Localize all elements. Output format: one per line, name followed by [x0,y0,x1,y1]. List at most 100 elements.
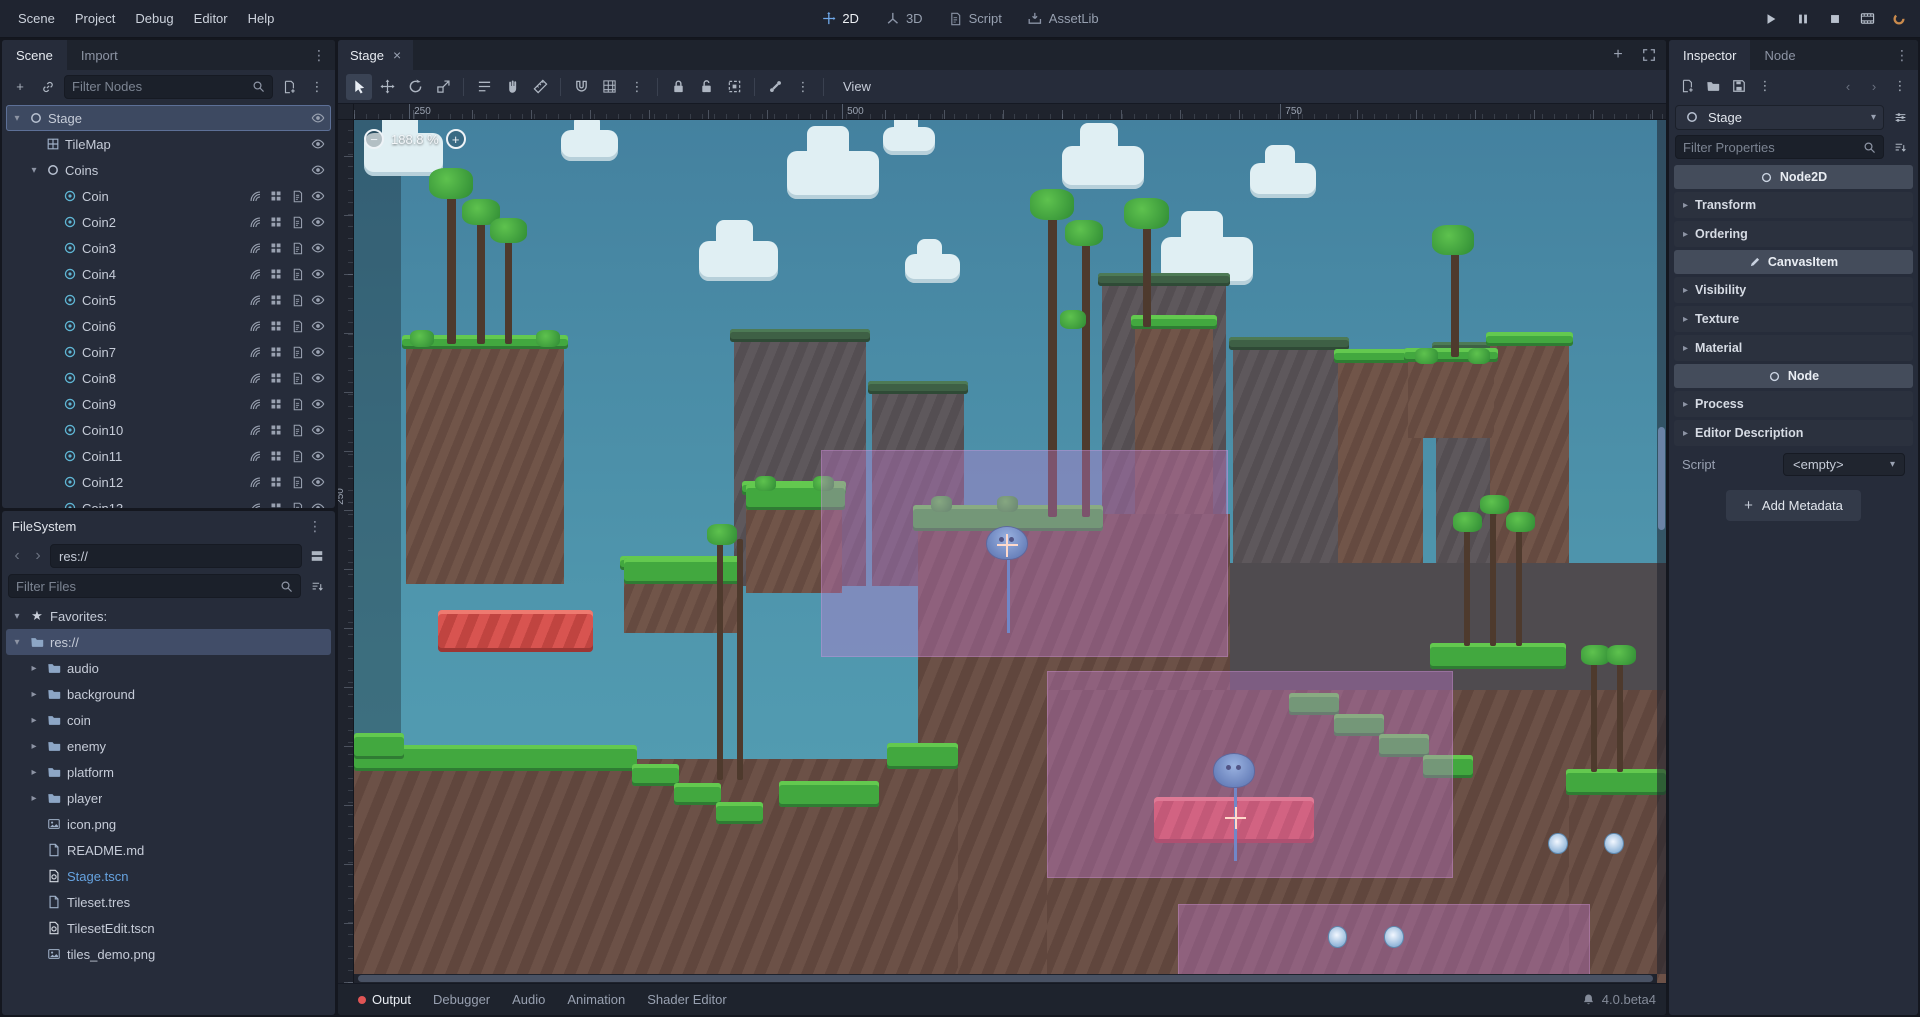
file-tree-row[interactable]: ▸ audio [6,655,331,681]
groups-icon[interactable] [267,473,285,491]
trunk[interactable] [477,215,484,344]
trunk[interactable] [737,539,743,781]
file-tree-row[interactable]: README.md [6,837,331,863]
play-button[interactable] [1758,7,1784,31]
leaf[interactable] [1415,348,1437,364]
workspace-tab[interactable]: Script [939,6,1012,31]
trunk[interactable] [1143,215,1152,327]
leaf[interactable] [1030,189,1075,220]
scene-tree-row[interactable]: TileMap [6,131,331,157]
signals-icon[interactable] [246,291,264,309]
expander-icon[interactable]: ▾ [10,637,24,648]
signals-icon[interactable] [246,447,264,465]
leaf[interactable] [1453,512,1482,532]
script-icon[interactable] [288,291,306,309]
leaf[interactable] [1506,512,1535,532]
redplat[interactable] [438,610,593,651]
script-icon[interactable] [288,265,306,283]
grass[interactable] [674,783,721,805]
coindot[interactable] [1384,926,1404,948]
scene-tree-row[interactable]: Coin9 [6,391,331,417]
visibility-eye-icon[interactable] [309,421,327,439]
scene-tree-row[interactable]: Coin10 [6,417,331,443]
move-tool-button[interactable] [374,74,400,100]
groups-icon[interactable] [267,343,285,361]
horizontal-scrollbar-thumb[interactable] [358,975,1653,982]
bottom-panel-tab[interactable]: Audio [502,987,555,1012]
file-tree-row[interactable]: ▸ coin [6,707,331,733]
cloud[interactable] [1062,146,1143,189]
file-tree-row[interactable]: ▸ player [6,785,331,811]
signals-icon[interactable] [246,421,264,439]
script-icon[interactable] [288,395,306,413]
visibility-eye-icon[interactable] [309,239,327,257]
load-resource-icon-button[interactable] [1701,74,1725,98]
leaf[interactable] [755,476,776,492]
movie-maker-button[interactable] [1854,7,1880,31]
zoom-percentage[interactable]: 188.8 % [391,132,439,147]
grass[interactable] [779,781,879,807]
node-tools-icon-button[interactable] [1888,105,1912,129]
groups-icon[interactable] [267,447,285,465]
unlock-node-icon-button[interactable] [693,74,719,100]
current-path-input[interactable]: res:// [50,544,302,568]
scene-tree-row[interactable]: Coin2 [6,209,331,235]
open-scene[interactable]: Stage.tscn [6,863,331,889]
new-resource-icon-button[interactable] [1675,74,1699,98]
grass[interactable] [354,733,404,759]
visibility-eye-icon[interactable] [309,161,327,179]
file-tree-row[interactable]: ▸ enemy [6,733,331,759]
signals-icon[interactable] [246,343,264,361]
dock-tab[interactable]: Node [1750,40,1809,70]
leaf[interactable] [1607,645,1636,665]
skeleton-options-menu-icon[interactable]: ⋮ [790,74,816,100]
script-icon[interactable] [288,239,306,257]
file-tree-row[interactable]: Tileset.tres [6,889,331,915]
script-icon[interactable] [288,343,306,361]
signals-icon[interactable] [246,369,264,387]
filter-nodes-input[interactable] [64,75,273,99]
script-icon[interactable] [288,421,306,439]
scene-tree-row[interactable]: Coin8 [6,365,331,391]
leaf[interactable] [410,330,434,347]
expander-icon[interactable]: ▾ [10,113,24,124]
trunk[interactable] [1617,659,1623,771]
skeleton-icon-button[interactable] [762,74,788,100]
file-tree-row[interactable]: ▾ ★ Favorites: [6,603,331,629]
inspector-section[interactable]: ▸ Ordering [1674,221,1913,247]
coindot[interactable] [1548,833,1568,855]
workspace-tab[interactable]: 3D [875,6,933,31]
lock-node-icon-button[interactable] [665,74,691,100]
visibility-eye-icon[interactable] [309,369,327,387]
dock-tab[interactable]: Import [67,40,132,70]
nav-back-icon[interactable]: ‹ [8,547,26,565]
leaf[interactable] [1124,198,1169,229]
toggle-split-mode-icon[interactable] [305,544,329,568]
groups-icon[interactable] [267,213,285,231]
menu-button[interactable]: Debug [125,5,183,32]
history-back-icon[interactable]: ‹ [1836,74,1860,98]
attach-script-icon-button[interactable] [277,75,301,99]
groups-icon[interactable] [267,317,285,335]
visibility-eye-icon[interactable] [309,187,327,205]
expander-icon[interactable]: ▸ [27,663,41,674]
scene-tree-row[interactable]: ▾ Coins [6,157,331,183]
new-scene-tab-button[interactable]: + [1604,40,1632,70]
trunk[interactable] [1591,659,1597,771]
resource-menu-icon[interactable]: ⋮ [1753,74,1777,98]
filter-properties-field[interactable] [1683,140,1859,155]
trunk[interactable] [505,232,512,344]
scene-tree-menu-icon[interactable]: ⋮ [305,75,329,99]
leaf[interactable] [1468,348,1490,364]
groups-icon[interactable] [267,499,285,508]
add-metadata-button[interactable]: + Add Metadata [1726,490,1861,521]
scene-tree-row[interactable]: Coin12 [6,469,331,495]
expander-icon[interactable]: ▸ [27,689,41,700]
visibility-eye-icon[interactable] [309,109,327,127]
inspector-section[interactable]: ▸ Transform [1674,192,1913,218]
leaf[interactable] [1432,225,1474,254]
viewport-horizontal-scrollbar[interactable] [354,974,1657,983]
cloud[interactable] [1250,163,1316,198]
filesystem-menu-icon[interactable]: ⋮ [299,518,331,535]
2d-viewport-canvas[interactable]: − 188.8 % + [354,120,1666,983]
